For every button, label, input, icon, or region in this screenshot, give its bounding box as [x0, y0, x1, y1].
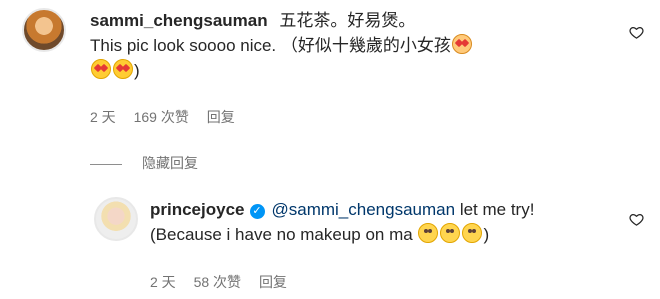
- reply-text: (Because i have no makeup on ma: [150, 225, 413, 244]
- comment-line-3: ): [90, 58, 618, 83]
- reply-text: let me try!: [459, 200, 535, 219]
- grinning-sweat-emoji-icon: [418, 223, 439, 243]
- reply-button[interactable]: 回复: [259, 274, 287, 290]
- hide-replies-button[interactable]: 隐藏回复: [90, 153, 198, 173]
- comment-text: ): [134, 61, 140, 80]
- heart-icon[interactable]: [629, 25, 644, 40]
- reply-username[interactable]: princejoyce: [150, 200, 245, 219]
- mention-link[interactable]: @sammi_chengsauman: [272, 200, 456, 219]
- grinning-sweat-emoji-icon: [462, 223, 483, 243]
- comment-text: 五花茶。好易煲。: [279, 11, 416, 30]
- comment-line-1: sammi_chengsauman 五花茶。好易煲。: [90, 8, 618, 33]
- avatar[interactable]: [22, 8, 66, 52]
- reply-line-1: princejoyce ✓ @sammi_chengsauman let me tr…: [150, 197, 618, 222]
- avatar[interactable]: [94, 197, 138, 241]
- replies-toggle-label: 隐藏回复: [142, 155, 198, 171]
- heart-eyes-emoji-icon: [91, 59, 111, 79]
- reply-meta: 2 天 58 次赞 回复: [150, 272, 301, 292]
- girl-emoji-icon: [451, 34, 472, 54]
- reply-text-end: ): [483, 225, 490, 244]
- reply-line-2: (Because i have no makeup on ma ): [150, 222, 618, 247]
- grinning-sweat-emoji-icon: [440, 223, 461, 243]
- comment-body: sammi_chengsauman 五花茶。好易煲。 This pic look…: [90, 8, 618, 83]
- comment-text: This pic look soooo nice. （好似十幾歲的小女孩: [90, 36, 451, 55]
- reply-like-count[interactable]: 58 次赞: [194, 274, 241, 290]
- reply-time: 2 天: [150, 274, 176, 290]
- comment-time: 2 天: [90, 109, 116, 125]
- heart-icon[interactable]: [629, 212, 644, 227]
- verified-badge-icon: ✓: [249, 204, 265, 219]
- reply-body: princejoyce ✓ @sammi_chengsauman let me tr…: [150, 197, 618, 247]
- replies-divider: [90, 163, 122, 165]
- heart-eyes-emoji-icon: [113, 59, 133, 79]
- reply-button[interactable]: 回复: [207, 109, 235, 125]
- comment-meta: 2 天 169 次赞 回复: [90, 107, 249, 127]
- comment-line-2: This pic look soooo nice. （好似十幾歲的小女孩: [90, 33, 618, 58]
- comment-username[interactable]: sammi_chengsauman: [90, 11, 268, 30]
- comment-like-count[interactable]: 169 次赞: [134, 109, 189, 125]
